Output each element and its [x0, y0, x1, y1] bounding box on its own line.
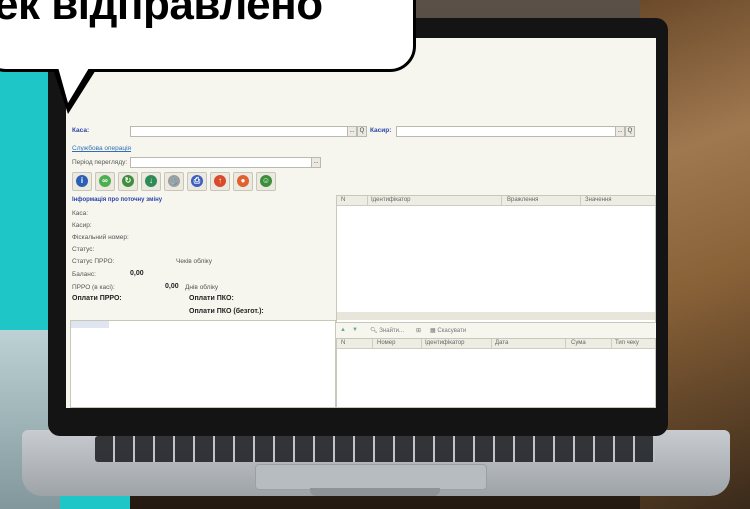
period-input[interactable] — [130, 157, 312, 168]
anchor-button[interactable]: ⚓ — [164, 172, 184, 191]
stop-button[interactable]: ● — [233, 172, 253, 191]
info-prro-kasa: ПРРО (в касі): — [72, 284, 115, 291]
refresh-icon: ↻ — [122, 175, 134, 187]
anchor-icon: ⚓ — [168, 175, 180, 187]
stop-icon: ● — [237, 175, 249, 187]
col-number: Номер — [377, 340, 396, 346]
info-kasyr: Касир: — [72, 222, 92, 229]
checks-table[interactable]: N Номер Ідентифікатор Дата Сума Тип чеку — [336, 338, 656, 408]
col-value: Значення — [585, 197, 612, 203]
info-days: Днів обліку — [185, 284, 219, 291]
info-balance-value: 0,00 — [130, 270, 144, 277]
col-identifier: Ідентифікатор — [371, 197, 411, 203]
properties-table-header: N Ідентифікатор Вражлення Значення — [337, 196, 655, 206]
bubble-tail-inner — [54, 53, 98, 103]
col-sum: Сума — [571, 340, 586, 346]
laptop-trackpad — [255, 464, 487, 490]
pay-pko-label: Оплати ПКО: — [189, 295, 234, 302]
print-icon: ⎙ — [191, 175, 203, 187]
list-selection — [71, 321, 109, 328]
laptop-hinge — [310, 488, 440, 496]
col-date: Дата — [495, 340, 509, 346]
properties-table[interactable]: N Ідентифікатор Вражлення Значення — [336, 195, 656, 323]
period-select-button[interactable]: ... — [311, 157, 321, 168]
laptop-keyboard — [95, 436, 655, 462]
open-shift-icon: ∞ — [99, 175, 111, 187]
arrow-up-icon[interactable]: ▲ — [340, 327, 346, 333]
info-balance: Баланс: — [72, 271, 96, 278]
info-fiscal-number: Фіскальний номер: — [72, 234, 129, 241]
app-window: Каса: ... Q Касир: ... Q Службова операц… — [66, 38, 656, 408]
bubble-text: ек відправлено — [0, 0, 323, 29]
col-check-type: Тип чеку — [615, 340, 639, 346]
download-button[interactable]: ↓ — [141, 172, 161, 191]
col-n: N — [341, 197, 346, 203]
service-operation-link[interactable]: Службова операція — [72, 145, 131, 152]
pay-pko-cashless-label: Оплати ПКО (безгот.): — [189, 308, 264, 315]
pay-prro-label: Оплати ПРРО: — [72, 295, 122, 302]
download-icon: ↓ — [145, 175, 157, 187]
filter-icon[interactable]: ⊞ — [416, 327, 421, 334]
kasa-label: Каса: — [72, 127, 90, 134]
info-status: Статус: — [72, 246, 95, 253]
kasyr-select-button[interactable]: ... — [615, 126, 625, 137]
info-check-count: Чеків обліку — [176, 258, 212, 265]
checks-table-header: N Номер Ідентифікатор Дата Сума Тип чеку — [337, 339, 655, 349]
user-icon: ☺ — [260, 175, 272, 187]
kasyr-input[interactable] — [396, 126, 616, 137]
find-button[interactable]: 🔍︎ Знайти... — [370, 327, 404, 334]
info-button[interactable]: i — [72, 172, 92, 191]
info-status-prro: Статус ПРРО: — [72, 258, 115, 265]
col-expression: Вражлення — [507, 197, 539, 203]
kasyr-search-icon[interactable]: Q — [625, 126, 635, 137]
user-button[interactable]: ☺ — [256, 172, 276, 191]
info-kasa: Каса: — [72, 210, 89, 217]
refresh-button[interactable]: ↻ — [118, 172, 138, 191]
upload-button[interactable]: ↑ — [210, 172, 230, 191]
open-shift-button[interactable]: ∞ — [95, 172, 115, 191]
print-button[interactable]: ⎙ — [187, 172, 207, 191]
horizontal-scrollbar[interactable] — [337, 312, 655, 320]
info-prro-value: 0,00 — [165, 283, 179, 290]
checks-toolbar: ▲ ▼ 🔍︎ Знайти... ⊞ ▦ Скасувати — [336, 326, 654, 336]
col-n: N — [341, 340, 346, 346]
kasa-input[interactable] — [130, 126, 348, 137]
kasa-search-icon[interactable]: Q — [357, 126, 367, 137]
kasa-select-button[interactable]: ... — [347, 126, 357, 137]
cancel-button[interactable]: ▦ Скасувати — [430, 327, 466, 334]
period-label: Період перегляду: — [72, 159, 128, 166]
info-icon: i — [76, 175, 88, 187]
left-list-panel[interactable] — [70, 320, 336, 408]
arrow-down-icon[interactable]: ▼ — [352, 327, 358, 333]
info-title: Інформація про поточну зміну — [72, 197, 163, 203]
col-identifier: Ідентифікатор — [425, 340, 465, 346]
upload-icon: ↑ — [214, 175, 226, 187]
kasyr-label: Касир: — [370, 127, 392, 134]
